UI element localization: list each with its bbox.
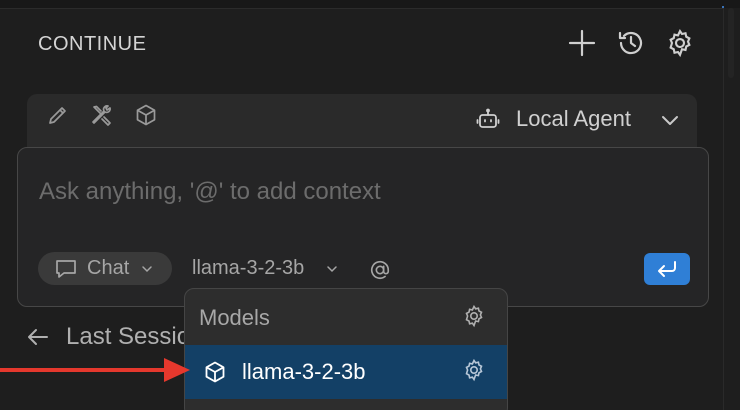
chevron-down-icon[interactable] (658, 108, 682, 132)
gear-icon[interactable] (665, 28, 695, 58)
cube-icon (202, 359, 228, 385)
continue-sidebar: CONTINUE Local Agent Ask anything, '@' t… (0, 0, 740, 410)
history-icon[interactable] (616, 28, 646, 58)
last-session-link[interactable]: Last Session (66, 323, 203, 351)
gear-icon[interactable] (461, 303, 487, 329)
model-selector-label[interactable]: llama-3-2-3b (192, 257, 304, 280)
scrollbar-thumb[interactable] (728, 8, 734, 78)
chevron-down-icon[interactable] (325, 262, 339, 276)
plus-icon[interactable] (567, 28, 597, 58)
annotation-arrow-line (0, 368, 168, 372)
enter-icon (655, 259, 679, 279)
model-option-label: llama-3-2-3b (242, 359, 366, 384)
robot-icon (476, 107, 500, 131)
agent-selector-label[interactable]: Local Agent (516, 106, 631, 132)
gear-icon[interactable] (461, 357, 487, 383)
editor-top-border (0, 0, 740, 9)
chat-input[interactable] (37, 173, 681, 211)
cube-icon[interactable] (133, 102, 159, 128)
send-button[interactable] (644, 253, 690, 285)
annotation-arrow-head (164, 358, 190, 382)
panel-title: CONTINUE (38, 33, 147, 55)
scrollbar[interactable] (723, 8, 740, 410)
at-mention-icon[interactable] (368, 258, 392, 282)
dropdown-header: Models (199, 305, 270, 330)
pencil-icon[interactable] (45, 102, 71, 128)
chevron-down-icon[interactable] (140, 262, 154, 276)
mode-label: Chat (87, 257, 130, 279)
tools-icon[interactable] (89, 102, 115, 128)
chat-bubble-icon (53, 257, 79, 281)
arrow-left-icon[interactable] (26, 325, 50, 349)
